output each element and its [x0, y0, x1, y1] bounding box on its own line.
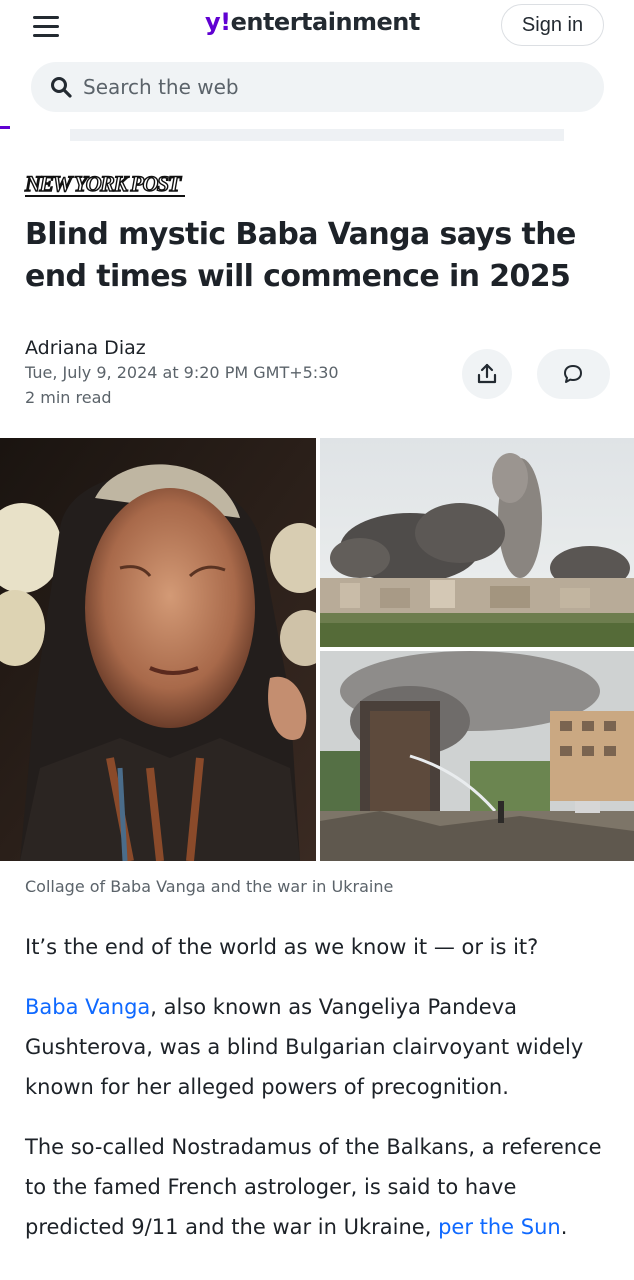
- baba-vanga-portrait: [0, 438, 316, 861]
- logo-mark: y!: [205, 8, 231, 36]
- article-hero-collage[interactable]: [0, 438, 634, 861]
- menu-icon[interactable]: [30, 12, 62, 42]
- article-title: Blind mystic Baba Vanga says the end tim…: [25, 217, 576, 294]
- reading-progress-indicator: [0, 126, 10, 129]
- search-bar[interactable]: [31, 62, 604, 112]
- per-the-sun-link[interactable]: per the Sun: [438, 1215, 561, 1239]
- paragraph-2-end: .: [560, 1215, 568, 1239]
- baba-vanga-link[interactable]: Baba Vanga: [25, 995, 150, 1019]
- site-logo[interactable]: y!entertainment: [205, 8, 420, 36]
- comments-button[interactable]: [537, 349, 610, 399]
- logo-text: entertainment: [230, 8, 421, 36]
- publisher-logo-underline: [25, 195, 185, 197]
- article-paragraph-2: The so-called Nostradamus of the Balkans…: [25, 1127, 615, 1247]
- war-smoke-photo: [320, 438, 634, 647]
- search-icon: [51, 77, 72, 98]
- image-caption: Collage of Baba Vanga and the war in Ukr…: [25, 877, 394, 896]
- article-lead: It’s the end of the world as we know it …: [25, 935, 539, 959]
- header-divider: [70, 129, 564, 141]
- war-firefighter-photo: [320, 651, 634, 861]
- article-paragraph-1: Baba Vanga, also known as Vangeliya Pand…: [25, 987, 615, 1107]
- publish-date: Tue, July 9, 2024 at 9:20 PM GMT+5:30: [25, 363, 339, 382]
- share-button[interactable]: [462, 349, 512, 399]
- author-name[interactable]: Adriana Diaz: [25, 337, 146, 359]
- search-input[interactable]: [83, 62, 583, 112]
- share-icon: [477, 363, 497, 384]
- site-header: y!entertainment Sign in: [0, 0, 634, 129]
- sign-in-button[interactable]: Sign in: [501, 4, 604, 46]
- comment-icon: [564, 365, 582, 383]
- read-time: 2 min read: [25, 388, 112, 407]
- publisher-logo[interactable]: New York Post: [24, 170, 181, 197]
